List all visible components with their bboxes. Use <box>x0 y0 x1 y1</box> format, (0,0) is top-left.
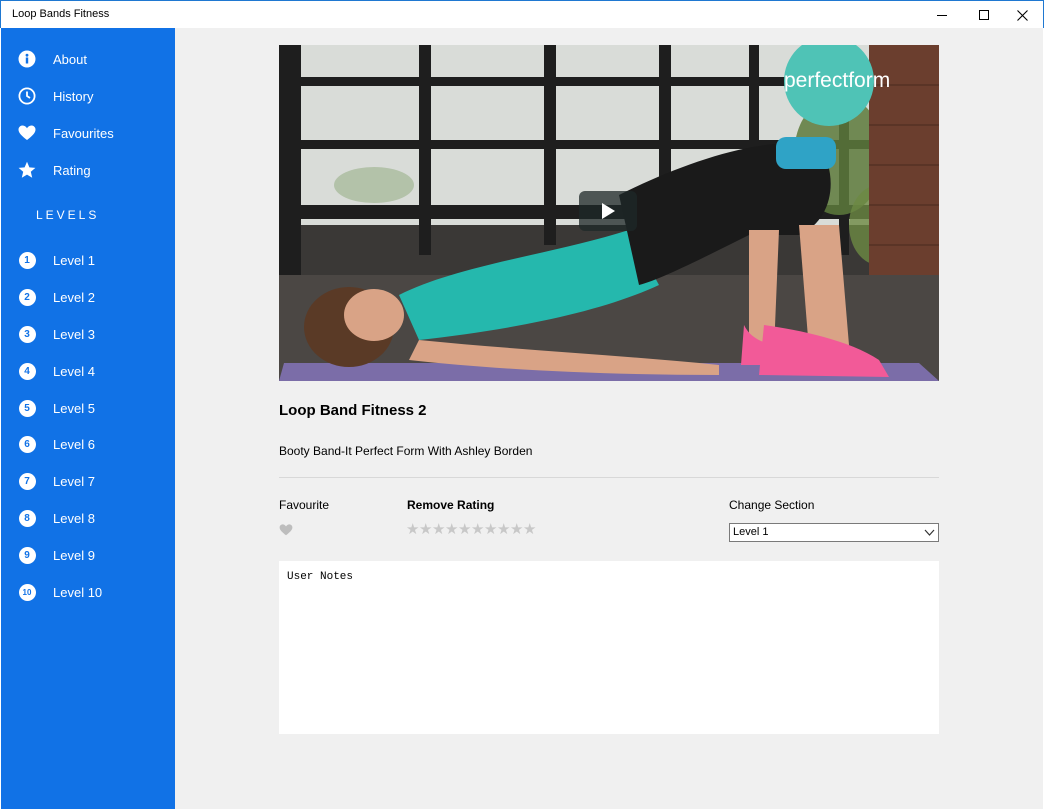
sidebar-item-label: Level 4 <box>53 363 95 379</box>
video-watermark: perfectform <box>784 69 890 92</box>
chevron-down-icon <box>924 529 935 536</box>
sidebar-item-label: Favourites <box>53 125 114 141</box>
clock-icon <box>18 87 36 105</box>
info-icon <box>18 50 36 68</box>
play-icon <box>602 203 615 219</box>
sidebar-item-label: History <box>53 88 94 104</box>
rating-star-icon[interactable]: ★ <box>419 522 432 538</box>
level-7-icon: 7 <box>18 472 36 490</box>
close-button[interactable] <box>999 1 1044 29</box>
levels-heading: LEVELS <box>36 208 100 222</box>
sidebar-item-level-7[interactable]: 7 Level 7 <box>1 466 175 496</box>
sidebar-item-rating[interactable]: Rating <box>1 155 175 185</box>
level-6-icon: 6 <box>18 435 36 453</box>
sidebar-item-level-1[interactable]: 1 Level 1 <box>1 245 175 275</box>
rating-stars[interactable]: ★ ★ ★ ★ ★ ★ ★ ★ ★ ★ <box>406 522 536 538</box>
video-player[interactable]: perfectform <box>279 45 939 381</box>
sidebar-item-history[interactable]: History <box>1 81 175 111</box>
remove-rating-button[interactable]: Remove Rating <box>407 498 494 512</box>
exercise-title: Loop Band Fitness 2 <box>279 402 427 419</box>
sidebar-item-favourites[interactable]: Favourites <box>1 118 175 148</box>
window-title: Loop Bands Fitness <box>12 8 110 20</box>
level-number: 2 <box>18 288 36 306</box>
level-2-icon: 2 <box>18 288 36 306</box>
level-10-icon: 10 <box>18 583 36 601</box>
level-number: 1 <box>18 251 36 269</box>
sidebar-item-label: Level 5 <box>53 400 95 416</box>
minimize-button[interactable] <box>919 1 965 29</box>
star-icon <box>18 161 36 179</box>
close-icon <box>1016 9 1028 21</box>
sidebar-item-level-8[interactable]: 8 Level 8 <box>1 503 175 533</box>
rating-star-icon[interactable]: ★ <box>484 522 497 538</box>
level-number: 10 <box>18 583 36 601</box>
play-button[interactable] <box>579 191 637 231</box>
rating-star-icon[interactable]: ★ <box>432 522 445 538</box>
sidebar-item-label: Level 1 <box>53 252 95 268</box>
change-section-label: Change Section <box>729 498 815 512</box>
sidebar-item-level-4[interactable]: 4 Level 4 <box>1 356 175 386</box>
rating-star-icon[interactable]: ★ <box>471 522 484 538</box>
level-number: 9 <box>18 546 36 564</box>
level-8-icon: 8 <box>18 509 36 527</box>
sidebar-item-level-9[interactable]: 9 Level 9 <box>1 540 175 570</box>
minimize-icon <box>937 14 947 16</box>
level-5-icon: 5 <box>18 399 36 417</box>
sidebar-item-level-2[interactable]: 2 Level 2 <box>1 282 175 312</box>
title-bar: Loop Bands Fitness <box>0 0 1044 28</box>
sidebar-item-label: Level 10 <box>53 584 103 600</box>
level-number: 3 <box>18 325 36 343</box>
favourite-label: Favourite <box>279 498 330 512</box>
section-select-value: Level 1 <box>733 526 769 538</box>
sidebar-item-label: Level 6 <box>53 436 95 452</box>
level-number: 5 <box>18 399 36 417</box>
level-number: 8 <box>18 509 36 527</box>
sidebar-item-label: Level 2 <box>53 289 95 305</box>
level-9-icon: 9 <box>18 546 36 564</box>
heart-icon <box>18 124 36 142</box>
rating-star-icon[interactable]: ★ <box>510 522 523 538</box>
level-number: 7 <box>18 472 36 490</box>
sidebar: About History Favourites Rating LEVELS 1… <box>1 28 175 809</box>
section-select[interactable]: Level 1 <box>729 523 939 542</box>
sidebar-item-label: Level 8 <box>53 510 95 526</box>
rating-star-icon[interactable]: ★ <box>497 522 510 538</box>
maximize-icon <box>979 10 989 20</box>
rating-star-icon[interactable]: ★ <box>445 522 458 538</box>
sidebar-item-level-10[interactable]: 10 Level 10 <box>1 577 175 607</box>
sidebar-item-label: Level 7 <box>53 473 95 489</box>
sidebar-item-label: Level 3 <box>53 326 95 342</box>
rating-star-icon[interactable]: ★ <box>523 522 536 538</box>
sidebar-item-level-3[interactable]: 3 Level 3 <box>1 319 175 349</box>
divider <box>279 477 939 478</box>
level-3-icon: 3 <box>18 325 36 343</box>
main-content: perfectform Loop Band Fitness 2 Booty Ba… <box>175 28 1043 809</box>
sidebar-item-about[interactable]: About <box>1 44 175 74</box>
level-number: 4 <box>18 362 36 380</box>
sidebar-item-level-6[interactable]: 6 Level 6 <box>1 429 175 459</box>
rating-star-icon[interactable]: ★ <box>406 522 419 538</box>
user-notes-textarea[interactable] <box>279 561 939 734</box>
level-1-icon: 1 <box>18 251 36 269</box>
sidebar-item-label: Rating <box>53 162 91 178</box>
rating-star-icon[interactable]: ★ <box>458 522 471 538</box>
sidebar-item-label: Level 9 <box>53 547 95 563</box>
sidebar-item-level-5[interactable]: 5 Level 5 <box>1 393 175 423</box>
level-4-icon: 4 <box>18 362 36 380</box>
exercise-description: Booty Band-It Perfect Form With Ashley B… <box>279 444 533 458</box>
sidebar-item-label: About <box>53 51 87 67</box>
favourite-heart-icon[interactable] <box>279 524 293 536</box>
level-number: 6 <box>18 435 36 453</box>
